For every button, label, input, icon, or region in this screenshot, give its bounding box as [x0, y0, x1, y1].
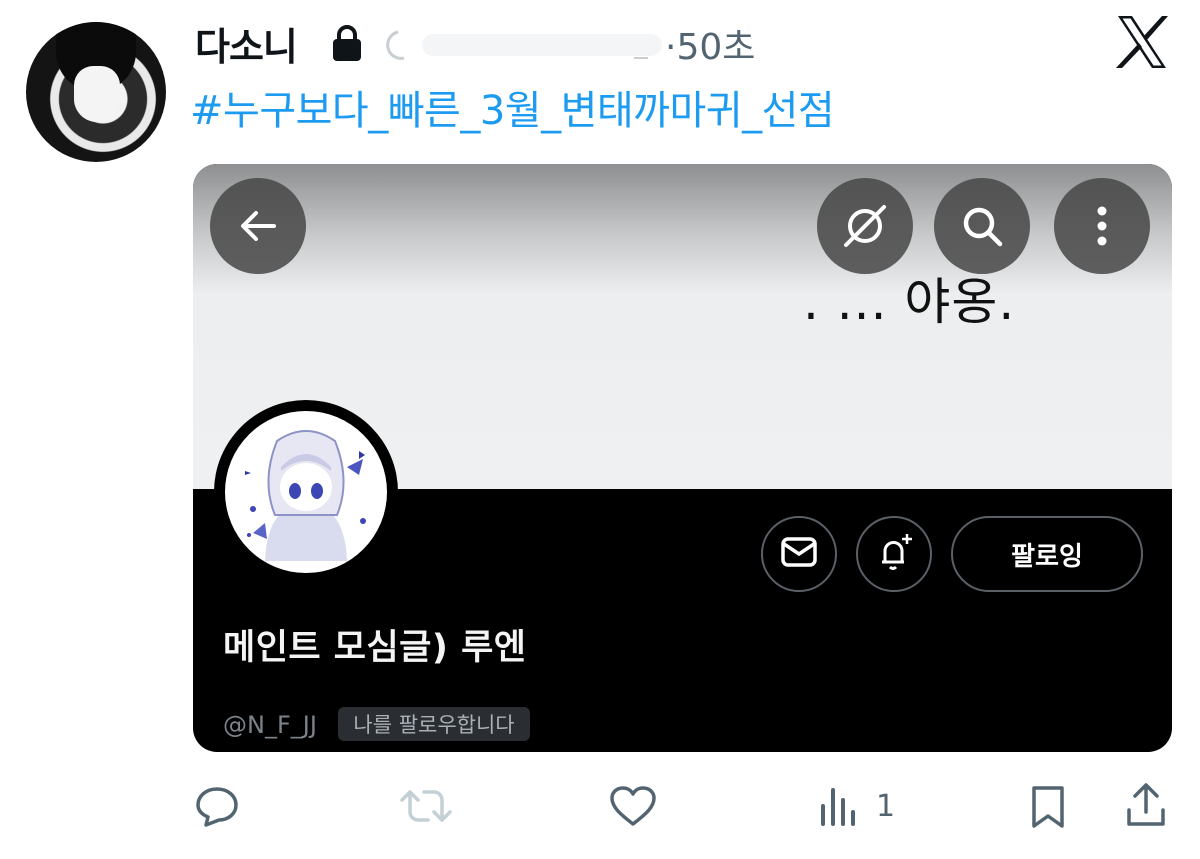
x-logo-icon [1112, 12, 1172, 72]
notify-button[interactable] [856, 516, 932, 592]
follows-you-badge: 나를 팔로우합니다 [338, 707, 530, 741]
views-icon [818, 784, 862, 828]
message-button[interactable] [761, 516, 837, 592]
bookmark-button[interactable] [1028, 784, 1068, 830]
views-button[interactable]: 1 [818, 784, 895, 828]
embedded-image[interactable]: . ... 야옹. 팔로잉 메인트 모심글) 루엔 @N_F_JJ 나를 팔로우… [193, 164, 1172, 752]
search-button[interactable] [934, 178, 1030, 274]
handle-redacted [382, 26, 668, 62]
profile-avatar[interactable] [214, 400, 398, 584]
search-icon [958, 202, 1006, 250]
retweet-icon [398, 786, 454, 826]
author-avatar[interactable] [26, 22, 166, 162]
profile-handle: @N_F_JJ [223, 711, 317, 739]
views-count: 1 [876, 788, 896, 824]
hashtag-link[interactable]: #누구보다_빠른_3월_변태까마귀_선점 [190, 78, 835, 136]
profile-display-name: 메인트 모심글) 루엔 [223, 628, 527, 668]
like-icon [608, 784, 658, 828]
back-button[interactable] [210, 178, 306, 274]
bell-plus-icon [872, 530, 916, 578]
more-button[interactable] [1054, 178, 1150, 274]
like-button[interactable] [608, 784, 658, 828]
grok-button[interactable] [817, 178, 913, 274]
share-button[interactable] [1124, 780, 1168, 830]
share-icon [1124, 780, 1168, 830]
reply-icon [194, 784, 240, 828]
following-button[interactable]: 팔로잉 [951, 516, 1143, 592]
back-arrow-icon [236, 204, 280, 248]
retweet-button[interactable] [398, 786, 454, 826]
more-icon [1095, 204, 1109, 248]
avatar-illustration [225, 411, 387, 573]
author-name[interactable]: 다소니 [195, 16, 298, 71]
lock-icon [330, 24, 364, 62]
reply-button[interactable] [194, 784, 240, 828]
grok-icon [840, 201, 890, 251]
tweet-time[interactable]: ·50초 [665, 18, 755, 70]
mail-icon [780, 536, 818, 572]
bookmark-icon [1028, 784, 1068, 830]
